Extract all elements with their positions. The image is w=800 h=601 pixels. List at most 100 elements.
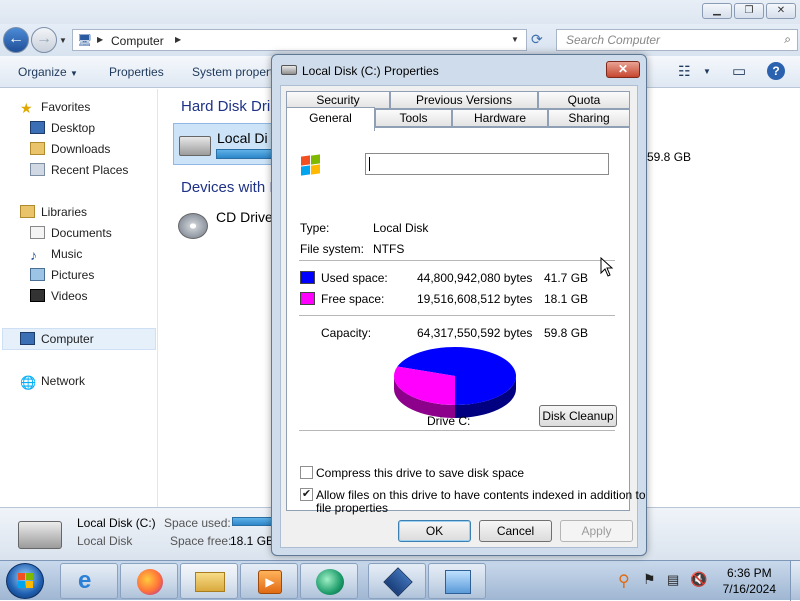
sidebar-item-music[interactable]: ♪ Music <box>30 247 82 263</box>
view-dropdown-icon[interactable]: ▼ <box>703 67 711 76</box>
start-orb-icon[interactable] <box>6 563 44 599</box>
close-window-button[interactable]: ✕ <box>766 3 796 19</box>
divider <box>299 315 615 316</box>
drive-label: Drive C: <box>427 414 471 428</box>
tab-quota[interactable]: Quota <box>538 91 630 109</box>
sidebar-item-libraries[interactable]: Libraries <box>20 205 87 219</box>
search-icon[interactable]: ⌕ <box>784 32 791 47</box>
index-label-line1[interactable]: Allow files on this drive to have conten… <box>316 488 646 502</box>
volume-muted-icon[interactable]: 🔇 <box>690 571 707 588</box>
preview-pane-icon[interactable]: ▭ <box>732 62 746 80</box>
dialog-title: Local Disk (C:) Properties <box>302 64 439 78</box>
properties-dialog: Local Disk (C:) Properties ✕ Security Pr… <box>271 54 647 556</box>
apply-button[interactable]: Apply <box>560 520 633 542</box>
refresh-icon[interactable]: ⟳ <box>531 31 543 48</box>
tab-tools[interactable]: Tools <box>375 109 452 127</box>
group-header-hard-disk[interactable]: Hard Disk Dri <box>181 98 270 115</box>
recent-pages-icon[interactable]: ▼ <box>59 36 67 45</box>
taskbar-control-panel[interactable] <box>428 563 486 599</box>
taskbar-media-player[interactable]: ▶ <box>240 563 298 599</box>
windows-logo-icon <box>18 573 25 580</box>
group-header-devices[interactable]: Devices with I <box>181 179 274 196</box>
system-properties-button[interactable]: System propert <box>192 65 273 79</box>
drive-name-field[interactable] <box>365 153 609 175</box>
properties-button[interactable]: Properties <box>109 65 164 79</box>
documents-label: Documents <box>51 226 112 240</box>
used-space-swatch <box>300 271 315 284</box>
hard-drive-icon <box>179 136 211 156</box>
taskbar-internet-explorer[interactable]: e <box>60 563 118 599</box>
search-input[interactable]: Search Computer ⌕ <box>556 29 798 51</box>
divider <box>299 430 615 431</box>
computer-icon: 🖥 <box>77 33 93 47</box>
taskbar-firefox[interactable] <box>120 563 178 599</box>
taskbar-app-green[interactable] <box>300 563 358 599</box>
action-center-flag-icon[interactable]: ⚑ <box>643 571 656 588</box>
minimize-button[interactable]: ▁ <box>702 3 732 19</box>
sidebar-item-recent-places[interactable]: Recent Places <box>30 163 128 177</box>
computer-icon <box>20 332 35 345</box>
search-tray-icon[interactable]: ⚲ <box>618 571 630 591</box>
pictures-icon <box>30 268 45 281</box>
index-label-line2[interactable]: file properties <box>316 501 388 515</box>
mouse-cursor-icon <box>600 257 614 277</box>
control-panel-icon <box>445 570 471 594</box>
recent-places-icon <box>30 163 45 176</box>
tab-sharing[interactable]: Sharing <box>548 109 630 127</box>
tab-hardware[interactable]: Hardware <box>452 109 548 127</box>
breadcrumb-chevron-icon[interactable]: ▶ <box>175 35 181 44</box>
sidebar-item-favorites[interactable]: ★ Favorites <box>20 100 90 116</box>
sidebar-item-network[interactable]: 🌐 Network <box>20 374 85 390</box>
tab-previous-versions[interactable]: Previous Versions <box>390 91 538 109</box>
view-options-icon[interactable]: ☷ <box>678 63 691 80</box>
dialog-close-button[interactable]: ✕ <box>606 61 640 78</box>
address-bar-row: ← → ▼ 🖥 ▶ Computer ▶ ▼ ⟳ Search Computer… <box>0 24 800 56</box>
compress-label[interactable]: Compress this drive to save disk space <box>316 466 524 480</box>
disk-cleanup-button[interactable]: Disk Cleanup <box>539 405 617 427</box>
sidebar-item-videos[interactable]: Videos <box>30 289 87 303</box>
sidebar-item-documents[interactable]: Documents <box>30 226 112 240</box>
type-label: Type: <box>300 221 330 235</box>
folder-icon <box>195 572 225 592</box>
help-icon[interactable]: ? <box>767 62 785 80</box>
desktop-icon <box>30 121 45 134</box>
internet-explorer-icon: e <box>78 567 92 594</box>
sidebar-item-computer[interactable]: Computer <box>20 332 94 346</box>
taskbar-windows-explorer[interactable] <box>180 563 238 599</box>
compress-checkbox[interactable] <box>300 466 313 479</box>
cd-drive-icon <box>178 213 208 239</box>
tab-general[interactable]: General <box>286 107 375 131</box>
back-button[interactable]: ← <box>3 27 29 53</box>
ok-button[interactable]: OK <box>398 520 471 542</box>
index-checkbox[interactable]: ✔ <box>300 488 313 501</box>
network-tray-icon[interactable]: ▤ <box>667 572 679 588</box>
sidebar-item-pictures[interactable]: Pictures <box>30 268 94 282</box>
maximize-button[interactable]: ❐ <box>734 3 764 19</box>
sidebar-item-desktop[interactable]: Desktop <box>30 121 95 135</box>
address-dropdown-icon[interactable]: ▼ <box>511 35 519 44</box>
cd-drive-item[interactable]: CD Drive <box>173 203 273 245</box>
libraries-icon <box>20 205 35 218</box>
sidebar-item-downloads[interactable]: Downloads <box>30 142 110 156</box>
downloads-folder-icon <box>30 142 45 155</box>
media-player-icon: ▶ <box>258 570 282 594</box>
details-space-free-value: 18.1 GB <box>230 534 275 548</box>
local-disk-item[interactable]: Local Di <box>173 123 274 165</box>
breadcrumb-computer[interactable]: Computer <box>111 34 164 48</box>
used-space-gb: 41.7 GB <box>544 271 589 285</box>
forward-button[interactable]: → <box>31 27 57 53</box>
navigation-pane: ★ Favorites Desktop Downloads Recent Plac… <box>0 89 158 507</box>
type-value: Local Disk <box>373 221 429 235</box>
organize-button[interactable]: Organize ▼ <box>18 65 78 79</box>
address-field[interactable]: 🖥 ▶ Computer ▶ ▼ <box>72 29 527 51</box>
cd-drive-name: CD Drive <box>216 209 273 225</box>
details-space-free-label: Space free: <box>170 534 232 548</box>
clock-time: 6:36 PM <box>726 566 772 580</box>
show-desktop-button[interactable] <box>790 561 800 601</box>
free-space-swatch <box>300 292 315 305</box>
system-clock[interactable]: 6:36 PM 7/16/2024 <box>723 565 776 597</box>
cancel-button[interactable]: Cancel <box>479 520 552 542</box>
taskbar-virtualbox[interactable] <box>368 563 426 599</box>
recent-places-label: Recent Places <box>51 163 129 177</box>
breadcrumb-chevron-icon[interactable]: ▶ <box>97 35 103 44</box>
